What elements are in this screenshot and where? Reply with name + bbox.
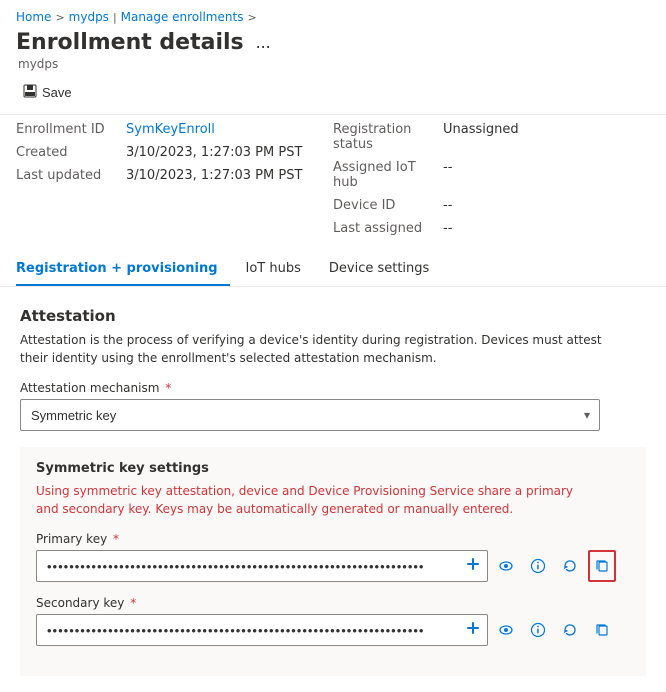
primary-key-bar-icon	[466, 557, 480, 575]
tab-registration-provisioning[interactable]: Registration + provisioning	[16, 251, 230, 286]
details-right: Registration status Unassigned Assigned …	[333, 119, 650, 239]
primary-key-required-marker: *	[109, 532, 119, 546]
primary-key-eye-button[interactable]	[492, 550, 520, 582]
attestation-description: Attestation is the process of verifying …	[20, 331, 620, 367]
secondary-key-label: Secondary key *	[36, 596, 630, 610]
toolbar: Save	[0, 71, 666, 115]
detail-row-enrollment-id: Enrollment ID SymKeyEnroll	[16, 119, 333, 140]
last-assigned-value: --	[443, 221, 650, 236]
attestation-mechanism-label: Attestation mechanism *	[20, 381, 646, 395]
created-value: 3/10/2023, 1:27:03 PM PST	[126, 145, 333, 160]
last-updated-value: 3/10/2023, 1:27:03 PM PST	[126, 168, 333, 183]
save-label: Save	[42, 85, 72, 100]
detail-row-reg-status: Registration status Unassigned	[333, 119, 650, 155]
save-button[interactable]: Save	[16, 79, 78, 106]
symmetric-key-title: Symmetric key settings	[36, 461, 630, 476]
tabs: Registration + provisioning IoT hubs Dev…	[16, 251, 650, 286]
primary-key-info-button[interactable]	[524, 550, 552, 582]
tabs-container: Registration + provisioning IoT hubs Dev…	[0, 251, 666, 287]
tab-iot-hubs[interactable]: IoT hubs	[246, 251, 313, 286]
primary-key-refresh-button[interactable]	[556, 550, 584, 582]
breadcrumb-manage-enrollments[interactable]: Manage enrollments	[121, 10, 244, 24]
details-left: Enrollment ID SymKeyEnroll Created 3/10/…	[16, 119, 333, 239]
detail-row-created: Created 3/10/2023, 1:27:03 PM PST	[16, 142, 333, 163]
page-title: Enrollment details	[16, 30, 244, 55]
breadcrumb-sep-1: >	[55, 11, 64, 24]
primary-key-input[interactable]	[36, 550, 488, 582]
detail-row-assigned-hub: Assigned IoT hub --	[333, 157, 650, 193]
breadcrumb: Home > mydps | Manage enrollments >	[0, 0, 666, 28]
secondary-key-eye-button[interactable]	[492, 614, 520, 646]
created-label: Created	[16, 145, 126, 160]
last-updated-label: Last updated	[16, 168, 126, 183]
secondary-key-refresh-button[interactable]	[556, 614, 584, 646]
reg-status-label: Registration status	[333, 122, 443, 152]
last-assigned-label: Last assigned	[333, 221, 443, 236]
enrollment-id-value[interactable]: SymKeyEnroll	[126, 122, 333, 137]
enrollment-id-label: Enrollment ID	[16, 122, 126, 137]
detail-row-device-id: Device ID --	[333, 195, 650, 216]
breadcrumb-sep-2: |	[113, 11, 117, 24]
detail-row-last-assigned: Last assigned --	[333, 218, 650, 239]
breadcrumb-home[interactable]: Home	[16, 10, 51, 24]
primary-key-label: Primary key *	[36, 532, 630, 546]
secondary-key-group: Secondary key *	[36, 596, 630, 646]
secondary-key-bar-icon	[466, 621, 480, 639]
device-id-label: Device ID	[333, 198, 443, 213]
primary-key-field-row	[36, 550, 616, 582]
primary-key-copy-button[interactable]	[588, 550, 616, 582]
tab-device-settings[interactable]: Device settings	[329, 251, 441, 286]
secondary-key-input-wrapper	[36, 614, 488, 646]
detail-row-last-updated: Last updated 3/10/2023, 1:27:03 PM PST	[16, 165, 333, 186]
page-title-area: Enrollment details ... mydps	[0, 28, 666, 71]
details-grid: Enrollment ID SymKeyEnroll Created 3/10/…	[0, 115, 666, 251]
attestation-required-marker: *	[161, 381, 171, 395]
primary-key-input-wrapper	[36, 550, 488, 582]
assigned-hub-label: Assigned IoT hub	[333, 160, 443, 190]
attestation-mechanism-select-wrapper: Symmetric key X.509 TPM	[20, 399, 600, 431]
secondary-key-copy-button[interactable]	[588, 614, 616, 646]
symmetric-key-subsection: Symmetric key settings Using symmetric k…	[20, 447, 646, 676]
reg-status-value: Unassigned	[443, 122, 650, 137]
primary-key-group: Primary key *	[36, 532, 630, 582]
secondary-key-info-button[interactable]	[524, 614, 552, 646]
breadcrumb-mydps[interactable]: mydps	[69, 10, 109, 24]
secondary-key-input[interactable]	[36, 614, 488, 646]
content-area: Attestation Attestation is the process o…	[0, 287, 666, 692]
attestation-mechanism-select[interactable]: Symmetric key X.509 TPM	[20, 399, 600, 431]
ellipsis-button[interactable]: ...	[252, 32, 275, 53]
page-subtitle: mydps	[16, 57, 650, 71]
secondary-key-required-marker: *	[126, 596, 136, 610]
symmetric-key-description: Using symmetric key attestation, device …	[36, 482, 596, 518]
secondary-key-field-row	[36, 614, 616, 646]
save-icon	[22, 83, 38, 102]
breadcrumb-sep-3: >	[247, 11, 256, 24]
attestation-title: Attestation	[20, 307, 646, 325]
device-id-value: --	[443, 198, 650, 213]
assigned-hub-value: --	[443, 160, 650, 175]
